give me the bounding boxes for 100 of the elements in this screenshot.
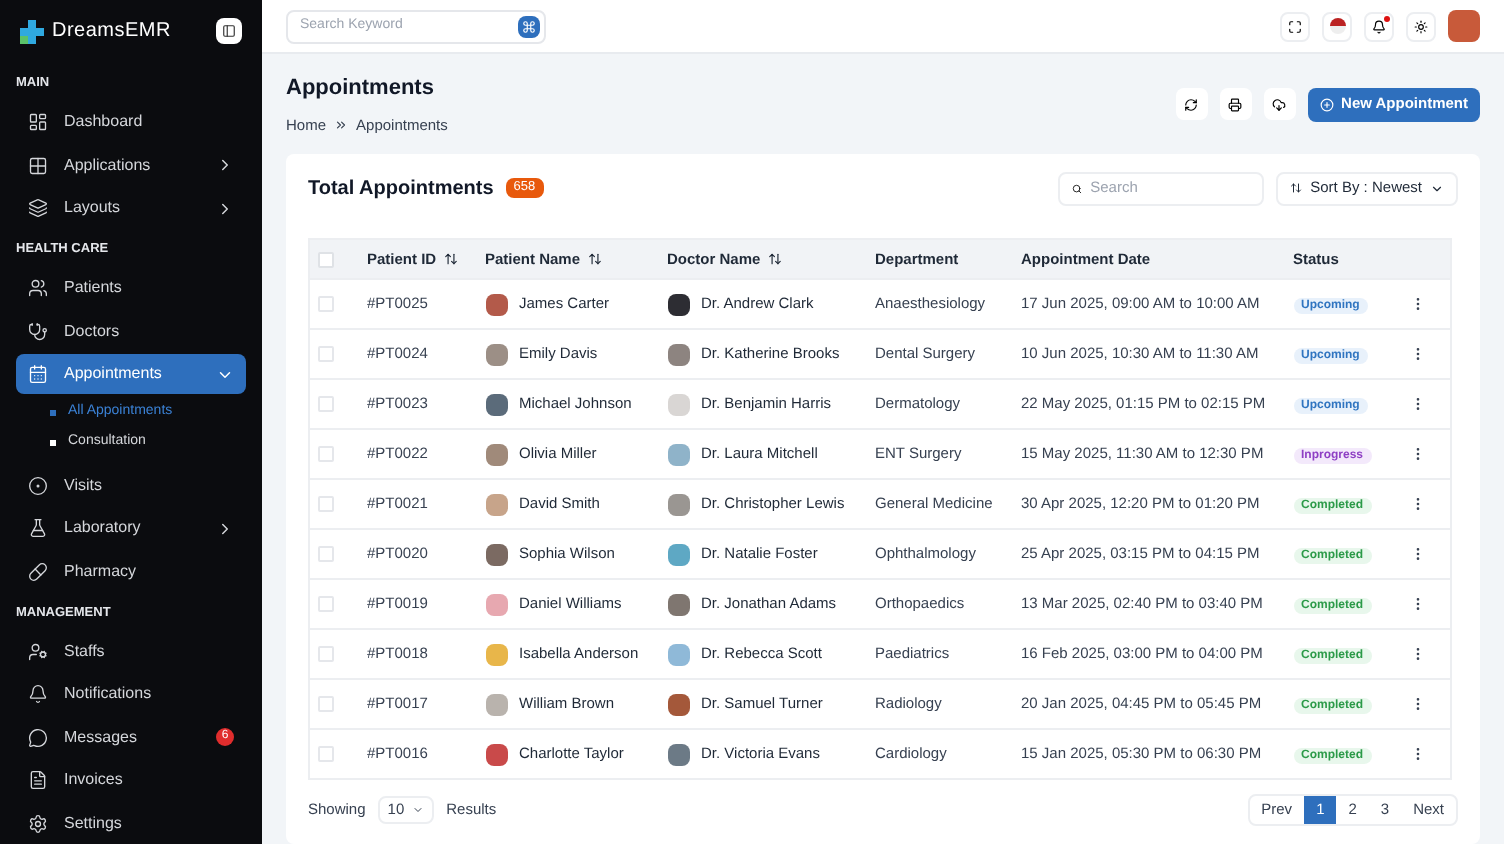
nav-icon: [28, 278, 48, 298]
sort-icon[interactable]: [444, 252, 459, 266]
refresh-button[interactable]: [1175, 88, 1208, 120]
avatar-placeholder: [667, 343, 689, 365]
nav-item[interactable]: Pharmacy: [16, 551, 246, 591]
notifications-button[interactable]: [1364, 11, 1394, 41]
avatar-placeholder: [667, 443, 689, 465]
row-checkbox[interactable]: [318, 496, 334, 512]
row-checkbox[interactable]: [318, 596, 334, 612]
nav-label: Applications: [64, 153, 153, 177]
nav-label: Messages: [64, 725, 139, 749]
nav-label: Staffs: [64, 639, 107, 663]
breadcrumb-separator-icon: [334, 117, 349, 132]
nav-label: Doctors: [64, 319, 122, 343]
collapse-button[interactable]: [216, 18, 242, 44]
row-checkbox[interactable]: [318, 546, 334, 562]
cloud-download-icon: [1272, 97, 1287, 111]
theme-button[interactable]: [1406, 11, 1436, 41]
avatar-placeholder: [667, 593, 689, 615]
nav-label: Pharmacy: [64, 559, 139, 583]
nav-item[interactable]: Doctors: [16, 311, 246, 351]
select-all-checkbox[interactable]: [318, 251, 334, 267]
nav-icon: [28, 155, 48, 175]
nav-icon: [28, 561, 48, 581]
card-title: Total Appointments: [308, 175, 494, 203]
avatar-placeholder: [485, 343, 507, 365]
row-checkbox[interactable]: [318, 446, 334, 462]
sort-icon[interactable]: [768, 252, 783, 266]
refresh-icon: [1184, 97, 1199, 111]
nav-icon: [28, 813, 48, 833]
nav-label: Laboratory: [64, 516, 143, 540]
avatar-placeholder: [485, 693, 507, 715]
row-checkbox[interactable]: [318, 296, 334, 312]
flag-icon: [1329, 18, 1345, 34]
nav-icon: [28, 475, 48, 495]
nav-item[interactable]: Staffs: [16, 631, 246, 671]
nav-label: Layouts: [64, 196, 123, 220]
avatar-placeholder: [485, 543, 507, 565]
fullscreen-icon: [1288, 19, 1302, 33]
avatar-placeholder: [667, 493, 689, 515]
nav-label: Appointments: [64, 362, 164, 386]
nav-label: Invoices: [64, 768, 125, 792]
nav-icon: [28, 364, 48, 384]
page-title: Appointments: [286, 74, 436, 105]
row-checkbox[interactable]: [318, 646, 334, 662]
avatar-placeholder: [667, 693, 689, 715]
sidebar-toggle-icon: [222, 24, 236, 38]
printer-icon: [1228, 97, 1243, 111]
nav-icon: [28, 684, 48, 704]
avatar-placeholder: [485, 493, 507, 515]
bullet-icon: [50, 410, 56, 416]
avatar-placeholder: [667, 293, 689, 315]
plus-circle-icon: [1319, 97, 1334, 111]
brand-name: DreamsEMR: [52, 18, 171, 46]
nav-icon: [28, 518, 48, 538]
fullscreen-button[interactable]: [1280, 11, 1310, 41]
search-icon: [1072, 181, 1083, 195]
row-checkbox[interactable]: [318, 346, 334, 362]
nav-item[interactable]: Invoices: [16, 760, 246, 800]
nav-icon: [28, 770, 48, 790]
avatar-placeholder: [485, 593, 507, 615]
row-checkbox[interactable]: [318, 396, 334, 412]
nav-item[interactable]: Notifications: [16, 674, 246, 714]
avatar-placeholder: [667, 743, 689, 765]
nav-label: Patients: [64, 276, 124, 300]
command-icon: [518, 15, 540, 37]
nav-item[interactable]: Dashboard: [16, 102, 246, 142]
nav-icon: [28, 641, 48, 661]
avatar-placeholder: [485, 743, 507, 765]
nav-icon: [28, 727, 48, 747]
row-checkbox[interactable]: [318, 746, 334, 762]
flag-button[interactable]: [1322, 11, 1352, 41]
nav-item[interactable]: Laboratory: [16, 508, 246, 548]
print-button[interactable]: [1219, 88, 1252, 120]
nav-label: Notifications: [64, 682, 154, 706]
avatar-placeholder: [485, 643, 507, 665]
chevron-icon: [1430, 181, 1444, 195]
nav-icon: [28, 198, 48, 218]
row-checkbox[interactable]: [318, 696, 334, 712]
sun-icon: [1414, 19, 1428, 33]
avatar-placeholder: [485, 393, 507, 415]
nav-label: Settings: [64, 811, 124, 835]
avatar-placeholder: [667, 543, 689, 565]
nav-item[interactable]: Patients: [16, 268, 246, 308]
nav-icon: [28, 112, 48, 132]
avatar-placeholder[interactable]: [1448, 10, 1480, 42]
nav-label: Visits: [64, 473, 104, 497]
avatar-placeholder: [485, 293, 507, 315]
nav-item[interactable]: Layouts: [16, 188, 246, 228]
logo-icon: [20, 19, 44, 43]
chevron-icon: [412, 804, 425, 816]
avatar-placeholder: [667, 643, 689, 665]
sort-icon[interactable]: [588, 252, 603, 266]
nav-item[interactable]: Visits: [16, 465, 246, 505]
nav-icon: [28, 321, 48, 341]
download-button[interactable]: [1263, 88, 1296, 120]
nav-item[interactable]: Applications: [16, 145, 246, 185]
nav-item[interactable]: Appointments: [16, 354, 246, 394]
nav-item[interactable]: Settings: [16, 803, 246, 843]
avatar-placeholder: [667, 393, 689, 415]
